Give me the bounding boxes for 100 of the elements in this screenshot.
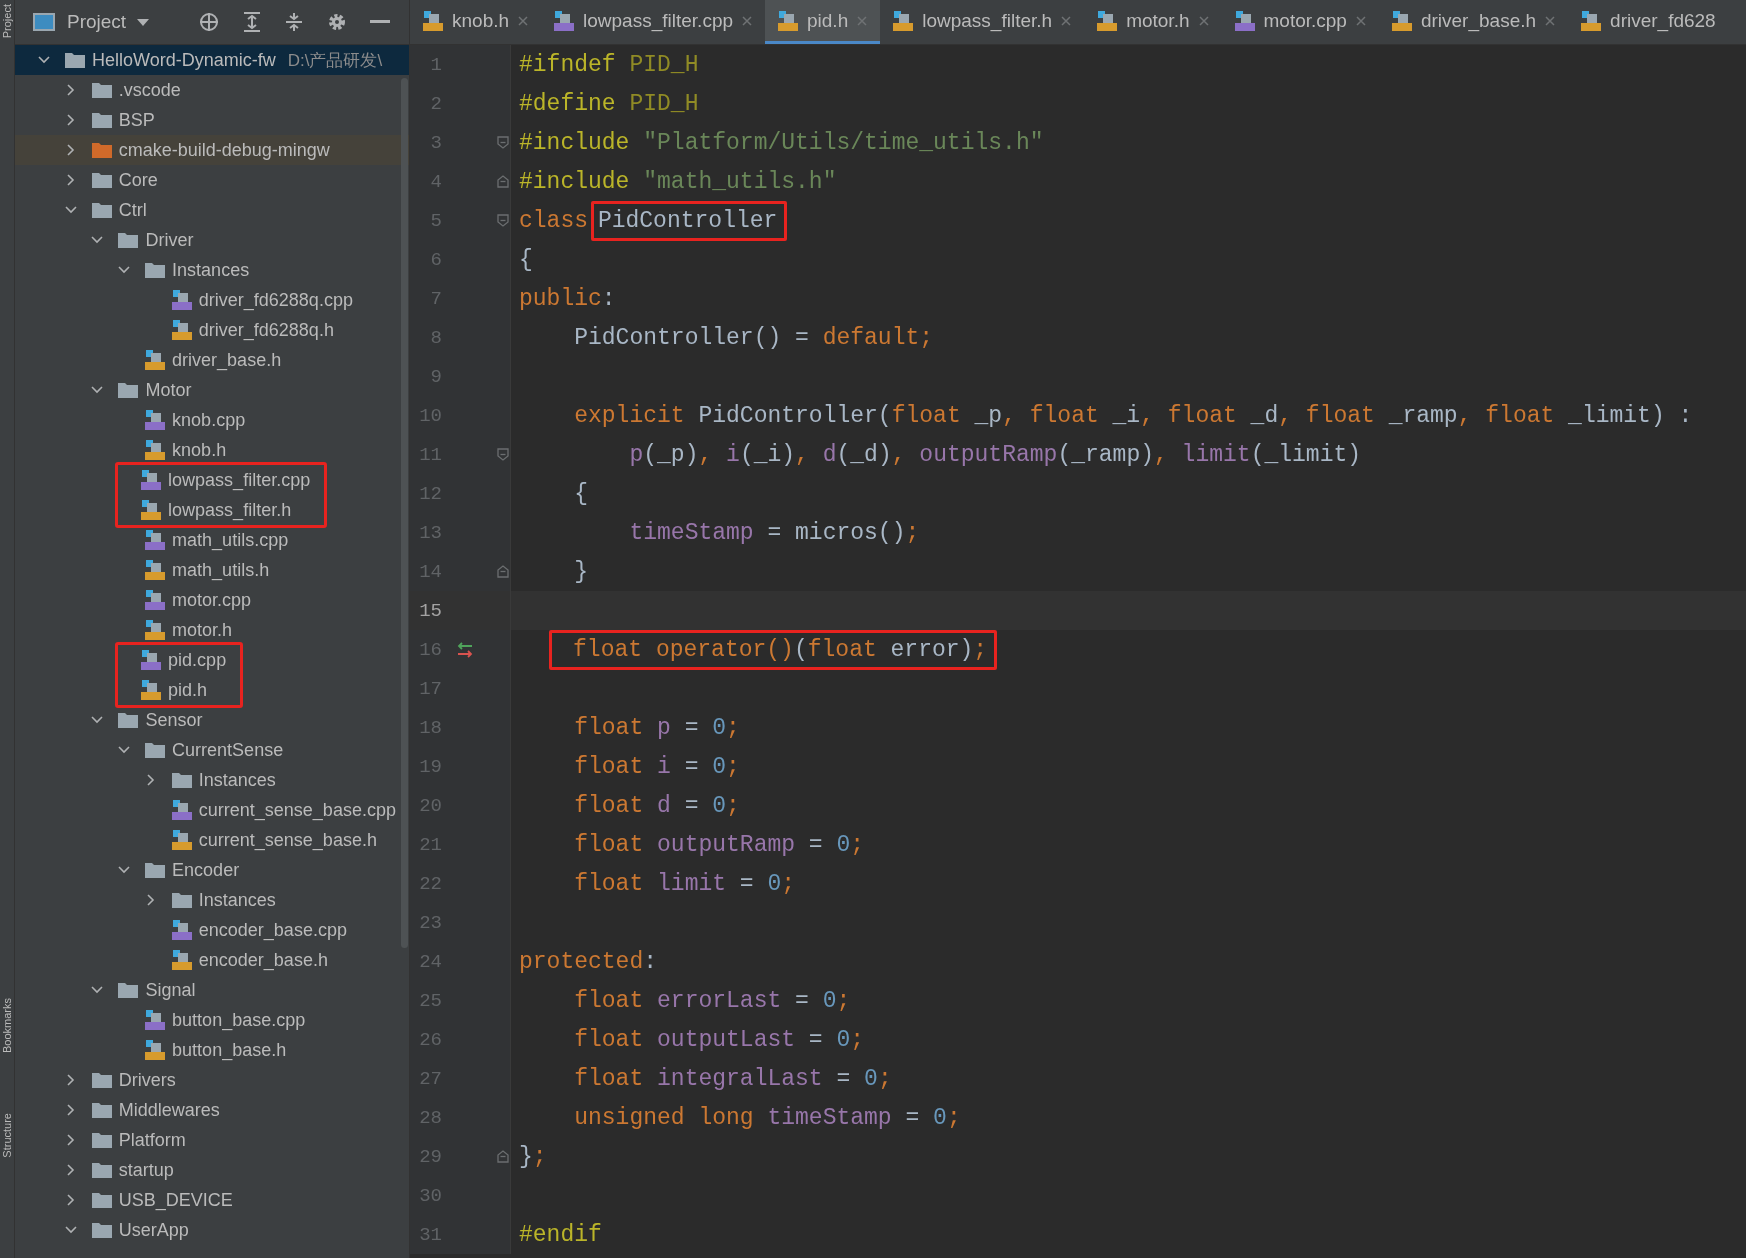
tree-item[interactable]: Instances [15,885,409,915]
tree-item[interactable]: Ctrl [15,195,409,225]
folder-icon [90,1161,113,1179]
tree-item[interactable]: Core [15,165,409,195]
header-file-icon [1390,9,1413,32]
side-tab[interactable]: Bookmarks [1,998,13,1054]
item-label: knob.h [172,439,227,461]
close-icon[interactable] [1197,14,1210,27]
side-tab[interactable]: Structure [1,1113,13,1158]
header-file-icon [144,1039,167,1061]
fold-icon[interactable] [496,1149,510,1164]
editor-tab[interactable]: motor.cpp [1221,0,1379,44]
project-view-dropdown[interactable]: Project [67,11,151,33]
expand-all-icon[interactable] [242,11,263,33]
editor-tab[interactable]: driver_fd628 [1568,0,1728,44]
side-tab[interactable]: Project [1,4,13,39]
tree-item[interactable]: math_utils.h [15,555,409,585]
code-text: #include "math_utils.h" [519,168,837,195]
tree-item[interactable]: encoder_base.h [15,945,409,975]
tree-item[interactable]: .vscode [15,75,409,105]
tree-item[interactable]: pid.h [118,675,227,705]
close-icon[interactable] [517,14,530,27]
close-icon[interactable] [741,14,753,27]
item-label: CurrentSense [172,739,284,761]
fold-icon[interactable] [496,174,510,189]
tree-item[interactable]: Driver [15,225,409,255]
folder-icon [90,1071,113,1089]
tree-item[interactable]: cmake-build-debug-mingw [15,135,409,165]
header-file-icon [422,9,444,32]
tree-item[interactable]: lowpass_filter.h [118,495,311,525]
cpp-file-icon [170,289,193,311]
editor-tab[interactable]: pid.h [765,0,881,44]
folder-icon [117,231,140,249]
item-label: cmake-build-debug-mingw [118,139,330,161]
tree-item[interactable]: knob.h [15,435,409,465]
fold-icon[interactable] [496,564,510,579]
tree-item[interactable]: encoder_base.cpp [15,915,409,945]
tree-item[interactable]: Drivers [15,1065,409,1095]
tree-item[interactable]: Encoder [15,855,409,885]
item-label: button_base.cpp [172,1009,306,1031]
tree-item[interactable]: CurrentSense [15,735,409,765]
editor-tab[interactable]: motor.h [1084,0,1222,44]
editor-tab[interactable]: lowpass_filter.cpp [541,0,765,44]
folder-icon [90,1101,113,1119]
tree-item[interactable]: Platform [15,1125,409,1155]
tree-item[interactable]: Motor [15,375,409,405]
tree-item[interactable]: math_utils.cpp [15,525,409,555]
close-icon[interactable] [856,14,869,27]
header-file-icon [777,9,799,32]
code-text: }; [519,1143,547,1170]
tree-item[interactable]: UserApp [15,1215,409,1245]
tree-item[interactable]: Middlewares [15,1095,409,1125]
tree-item[interactable]: button_base.cpp [15,1005,409,1035]
editor-tab[interactable]: knob.h [410,0,542,44]
close-icon[interactable] [1544,14,1557,27]
item-label: Sensor [145,709,203,731]
code-text: float integralLast = 0; [573,1065,892,1092]
cpp-file-icon [140,649,163,671]
swap-arrows-icon[interactable] [455,640,475,659]
tree-item[interactable]: USB_DEVICE [15,1185,409,1215]
crosshair-icon[interactable] [198,11,221,33]
fold-icon[interactable] [496,447,510,462]
tree-item[interactable]: lowpass_filter.cpp [118,465,311,495]
collapse-all-icon[interactable] [284,11,305,33]
tree-item[interactable]: current_sense_base.h [15,825,409,855]
fold-icon[interactable] [496,135,510,150]
tree-item[interactable]: driver_fd6288q.cpp [15,285,409,315]
code-text: { [573,480,588,507]
header-file-icon [144,349,167,371]
close-icon[interactable] [1354,14,1367,27]
item-label: driver_fd6288q.cpp [198,289,353,311]
tree-item[interactable]: driver_base.h [15,345,409,375]
tree-item[interactable]: Instances [15,255,409,285]
cpp-file-icon [1233,9,1256,32]
item-label: encoder_base.h [198,949,328,971]
item-label: math_utils.h [172,559,270,581]
tree-item[interactable]: startup [15,1155,409,1185]
tree-item[interactable]: Signal [15,975,409,1005]
tree-item[interactable]: motor.cpp [15,585,409,615]
tree-item[interactable]: Sensor [15,705,409,735]
editor-tab[interactable]: driver_base.h [1378,0,1569,44]
tree-item[interactable]: current_sense_base.cpp [15,795,409,825]
item-label: math_utils.cpp [172,529,289,551]
tree-item[interactable]: Instances [15,765,409,795]
tree-item[interactable]: knob.cpp [15,405,409,435]
scrollbar-thumb[interactable] [401,78,408,948]
folder-icon [117,711,140,729]
fold-icon[interactable] [496,213,510,228]
tree-item[interactable]: button_base.h [15,1035,409,1065]
tree-item[interactable]: motor.h [15,615,409,645]
tree-item[interactable]: BSP [15,105,409,135]
code-text: float errorLast = 0; [573,987,851,1014]
tree-item[interactable]: driver_fd6288q.h [15,315,409,345]
header-file-icon [140,499,163,521]
editor-tab[interactable]: lowpass_filter.h [880,0,1085,44]
item-label: Encoder [172,859,240,881]
tree-item[interactable]: HelloWord-Dynamic-fw D:\产品研发\ [15,45,409,75]
close-icon[interactable] [1060,14,1073,27]
tree-item[interactable]: pid.cpp [118,645,227,675]
minimize-icon[interactable] [370,20,391,24]
